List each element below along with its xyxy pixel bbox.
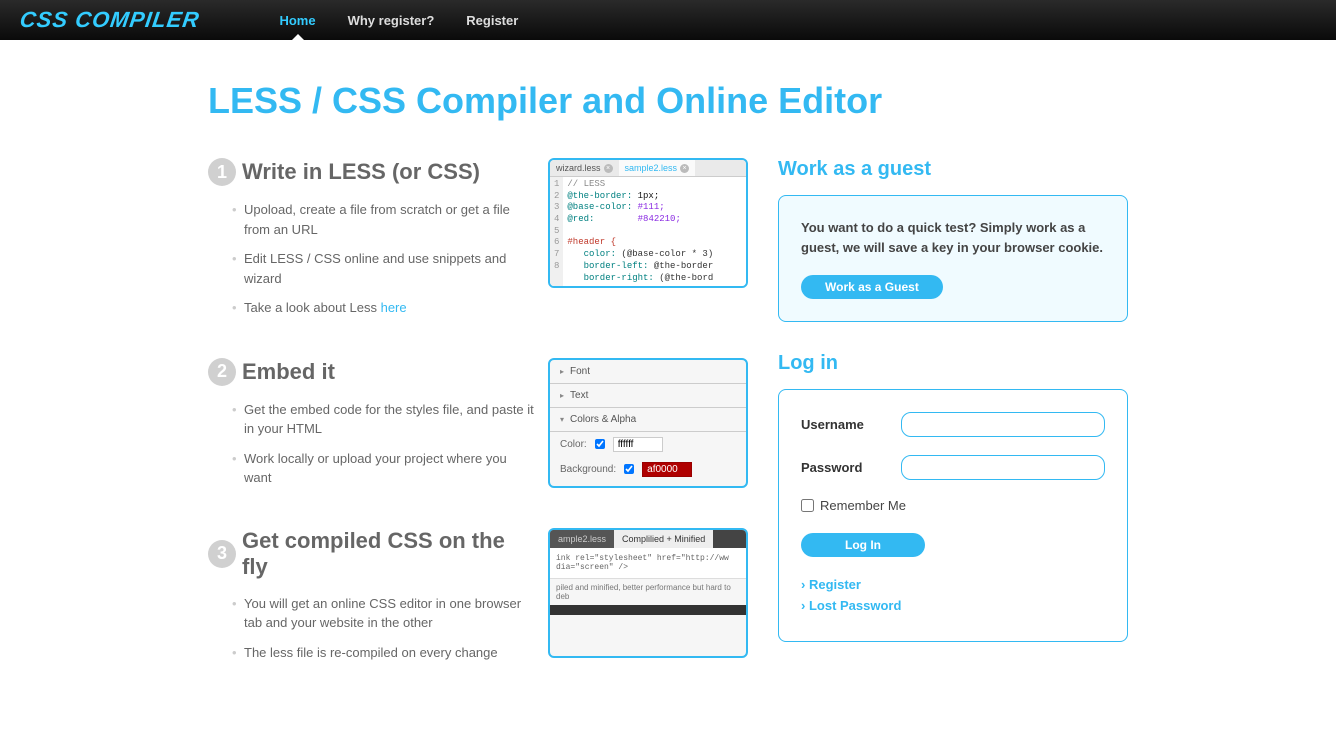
compiled-tab-source: ample2.less: [550, 530, 614, 548]
chevron-down-icon: ▾: [560, 415, 564, 424]
login-panel: Username Password Remember Me Log In Reg…: [778, 389, 1128, 642]
step-3-bullet-1: You will get an online CSS editor in one…: [244, 594, 536, 633]
step-1: 1 Write in LESS (or CSS) Upoload, create…: [208, 158, 748, 328]
login-title: Log in: [778, 352, 1128, 375]
screenshot-compiled: ample2.less Complilied + Minified ink re…: [548, 528, 748, 658]
guest-title: Work as a guest: [778, 158, 1128, 181]
main-nav: Home Why register? Register: [279, 1, 518, 40]
step-1-bullet-3: Take a look about Less here: [244, 298, 536, 318]
step-1-number: 1: [208, 158, 236, 186]
step-2: 2 Embed it Get the embed code for the st…: [208, 358, 748, 498]
color-input: [613, 437, 663, 452]
editor-tab-sample2: sample2.less ×: [619, 160, 696, 176]
step-2-bullet-2: Work locally or upload your project wher…: [244, 449, 536, 488]
lost-password-link[interactable]: Lost Password: [801, 598, 1105, 613]
compiled-tab-minified: Complilied + Minified: [614, 530, 713, 548]
sidebar-column: Work as a guest You want to do a quick t…: [778, 158, 1128, 702]
less-info-link[interactable]: here: [381, 300, 407, 315]
step-1-bullet-1: Upoload, create a file from scratch or g…: [244, 200, 536, 239]
step-3-number: 3: [208, 540, 236, 568]
login-button[interactable]: Log In: [801, 533, 925, 557]
password-input[interactable]: [901, 455, 1105, 480]
nav-why-register[interactable]: Why register?: [348, 1, 435, 40]
color-checkbox: [595, 439, 605, 449]
steps-column: 1 Write in LESS (or CSS) Upoload, create…: [208, 158, 748, 702]
editor-tab-wizard: wizard.less ×: [550, 160, 619, 176]
top-nav-bar: CSS COMPILER Home Why register? Register: [0, 0, 1336, 40]
page-title: LESS / CSS Compiler and Online Editor: [208, 80, 1128, 122]
nav-home[interactable]: Home: [279, 1, 315, 40]
step-3: 3 Get compiled CSS on the fly You will g…: [208, 528, 748, 673]
chevron-right-icon: ▸: [560, 391, 564, 400]
username-input[interactable]: [901, 412, 1105, 437]
background-input: [642, 462, 692, 477]
step-1-bullet-2: Edit LESS / CSS online and use snippets …: [244, 249, 536, 288]
close-icon: ×: [604, 164, 613, 173]
step-3-title: Get compiled CSS on the fly: [242, 528, 536, 580]
username-label: Username: [801, 417, 901, 432]
nav-register[interactable]: Register: [466, 1, 518, 40]
password-label: Password: [801, 460, 901, 475]
work-as-guest-button[interactable]: Work as a Guest: [801, 275, 943, 299]
screenshot-wizard: ▸Font ▸Text ▾Colors & Alpha Color: Backg…: [548, 358, 748, 488]
chevron-right-icon: ▸: [560, 367, 564, 376]
screenshot-editor: wizard.less × sample2.less × 12345678 //…: [548, 158, 748, 288]
background-checkbox: [624, 464, 634, 474]
register-link[interactable]: Register: [801, 577, 1105, 592]
step-3-bullet-2: The less file is re-compiled on every ch…: [244, 643, 536, 663]
step-2-title: Embed it: [242, 359, 335, 385]
step-2-number: 2: [208, 358, 236, 386]
step-2-bullet-1: Get the embed code for the styles file, …: [244, 400, 536, 439]
guest-panel: You want to do a quick test? Simply work…: [778, 195, 1128, 322]
remember-me-label: Remember Me: [820, 498, 906, 513]
guest-text: You want to do a quick test? Simply work…: [801, 218, 1105, 257]
step-1-title: Write in LESS (or CSS): [242, 159, 480, 185]
close-icon: ×: [680, 164, 689, 173]
remember-me-checkbox[interactable]: [801, 499, 814, 512]
site-logo[interactable]: CSS COMPILER: [18, 7, 201, 33]
